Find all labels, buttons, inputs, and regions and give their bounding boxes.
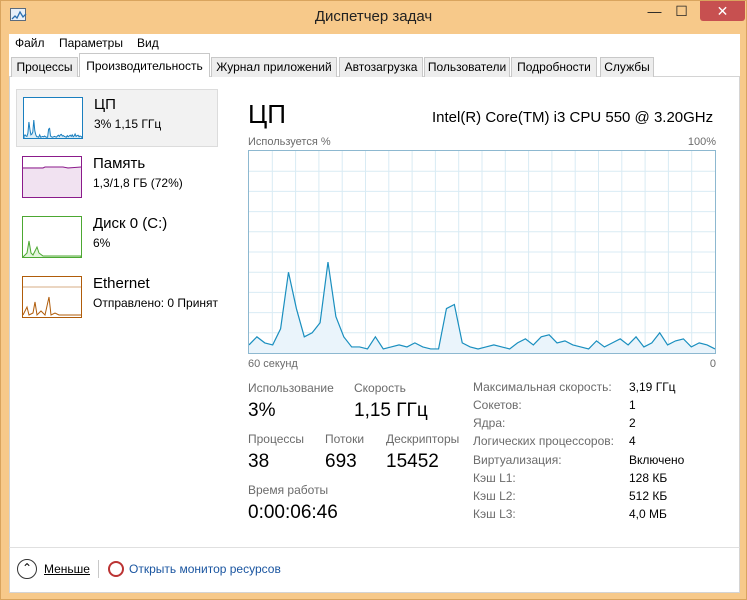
- spec-label: Виртуализация:: [473, 453, 562, 467]
- processes-label: Процессы: [248, 432, 305, 446]
- sidebar-item-sub: Отправлено: 0 Принят: [93, 296, 219, 310]
- footer-bar: ⌃ Меньше Открыть монитор ресурсов: [9, 547, 740, 593]
- chevron-up-icon: ⌃: [22, 561, 33, 575]
- memory-thumbnail-graph: [22, 156, 82, 198]
- minimize-button[interactable]: —: [641, 1, 668, 21]
- fewer-details-button[interactable]: ⌃: [17, 559, 37, 579]
- tab-users[interactable]: Пользователи: [424, 57, 510, 77]
- spec-label: Логических процессоров:: [473, 434, 614, 448]
- spec-value: Включено: [629, 453, 685, 467]
- cpu-model-name: Intel(R) Core(TM) i3 CPU 550 @ 3.20GHz: [432, 109, 714, 126]
- title-bar[interactable]: Диспетчер задач — ☐ ✕: [1, 1, 746, 32]
- tab-details[interactable]: Подробности: [511, 57, 597, 77]
- handles-label: Дескрипторы: [386, 432, 460, 446]
- speed-label: Скорость: [354, 381, 406, 395]
- maximize-button[interactable]: ☐: [668, 1, 695, 21]
- graph-label-usage: Используется %: [248, 136, 331, 148]
- speed-value: 1,15 ГГц: [354, 400, 428, 421]
- graph-label-time-span: 60 секунд: [248, 358, 298, 370]
- processes-value: 38: [248, 451, 270, 472]
- spec-label: Кэш L3:: [473, 507, 516, 521]
- cpu-thumbnail-graph: [23, 97, 83, 139]
- sidebar-item-sub: 3% 1,15 ГГц: [94, 117, 162, 131]
- window-title: Диспетчер задач: [314, 8, 433, 25]
- spec-label: Кэш L1:: [473, 471, 516, 485]
- task-manager-window: Диспетчер задач — ☐ ✕ Файл Параметры Вид…: [0, 0, 747, 600]
- spec-value: 4: [629, 434, 636, 448]
- sidebar-item-cpu[interactable]: ЦП 3% 1,15 ГГц: [16, 89, 218, 147]
- tab-strip: Процессы Производительность Журнал прило…: [9, 53, 740, 78]
- page-title: ЦП: [248, 99, 286, 129]
- spec-value: 1: [629, 398, 636, 412]
- handles-value: 15452: [386, 451, 439, 472]
- sidebar-item-memory[interactable]: Память 1,3/1,8 ГБ (72%): [16, 149, 218, 207]
- spec-value: 3,19 ГГц: [629, 380, 676, 394]
- menu-file[interactable]: Файл: [15, 36, 45, 50]
- sidebar-item-title: ЦП: [94, 96, 116, 113]
- uptime-value: 0:00:06:46: [248, 502, 338, 523]
- open-resource-monitor-link[interactable]: Открыть монитор ресурсов: [129, 562, 281, 576]
- sidebar-item-disk[interactable]: Диск 0 (C:) 6%: [16, 209, 218, 267]
- usage-label: Использование: [248, 381, 334, 395]
- performance-panel: ЦП 3% 1,15 ГГц Память 1,3/1,8 ГБ (72%) Д…: [9, 77, 740, 547]
- tab-services[interactable]: Службы: [600, 57, 654, 77]
- menu-bar: Файл Параметры Вид: [9, 34, 740, 53]
- sidebar-item-title: Диск 0 (C:): [93, 215, 168, 232]
- sidebar-item-title: Ethernet: [93, 275, 150, 292]
- tab-startup[interactable]: Автозагрузка: [339, 57, 423, 77]
- cpu-usage-graph: [248, 150, 716, 354]
- ethernet-thumbnail-graph: [22, 276, 82, 318]
- spec-value: 512 КБ: [629, 489, 668, 503]
- tab-processes[interactable]: Процессы: [11, 57, 78, 77]
- spec-label: Максимальная скорость:: [473, 380, 612, 394]
- spec-label: Сокетов:: [473, 398, 522, 412]
- spec-label: Ядра:: [473, 416, 506, 430]
- disk-thumbnail-graph: [22, 216, 82, 258]
- usage-value: 3%: [248, 400, 276, 421]
- sidebar-item-title: Память: [93, 155, 146, 172]
- spec-value: 128 КБ: [629, 471, 668, 485]
- tab-app-history[interactable]: Журнал приложений: [211, 57, 337, 77]
- threads-label: Потоки: [325, 432, 365, 446]
- menu-options[interactable]: Параметры: [59, 36, 123, 50]
- spec-value: 2: [629, 416, 636, 430]
- resource-monitor-icon: [108, 561, 124, 577]
- graph-label-max: 100%: [687, 136, 716, 148]
- fewer-details-link[interactable]: Меньше: [44, 562, 90, 576]
- close-button[interactable]: ✕: [700, 1, 745, 21]
- cpu-usage-chart: [248, 151, 716, 353]
- uptime-label: Время работы: [248, 483, 329, 497]
- graph-label-now: 0: [709, 358, 716, 370]
- spec-value: 4,0 МБ: [629, 507, 667, 521]
- sidebar-item-ethernet[interactable]: Ethernet Отправлено: 0 Принят: [16, 269, 218, 327]
- footer-divider: [98, 560, 99, 578]
- menu-view[interactable]: Вид: [137, 36, 159, 50]
- threads-value: 693: [325, 451, 357, 472]
- sidebar-item-sub: 6%: [93, 236, 111, 250]
- sidebar-item-sub: 1,3/1,8 ГБ (72%): [93, 176, 183, 190]
- tab-performance[interactable]: Производительность: [79, 53, 210, 78]
- spec-label: Кэш L2:: [473, 489, 516, 503]
